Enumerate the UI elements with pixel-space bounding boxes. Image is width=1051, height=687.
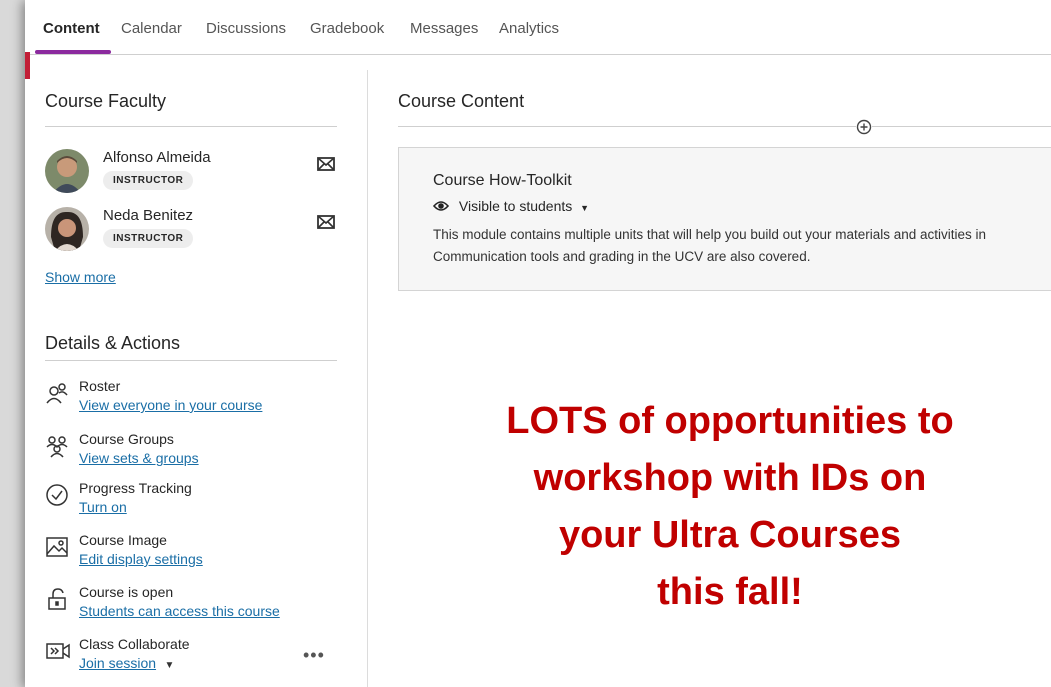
content-divider (398, 126, 1051, 127)
groups-icon (45, 434, 69, 458)
course-content-title: Course Content (398, 91, 525, 111)
chevron-down-icon[interactable]: ▼ (165, 660, 175, 671)
unlock-icon (45, 587, 69, 611)
visibility-label: Visible to students (458, 198, 573, 214)
avatar[interactable] (45, 149, 89, 193)
tab-calendar[interactable]: Calendar (121, 20, 182, 37)
visibility-dropdown[interactable]: Visible to students ▼ (432, 198, 590, 215)
active-tab-indicator (35, 50, 111, 54)
groups-action: Course Groups View sets & groups (45, 431, 345, 475)
action-title: Course Image (79, 532, 167, 548)
column-divider (367, 70, 368, 687)
turn-on-link[interactable]: Turn on (79, 499, 127, 515)
details-actions-title: Details & Actions (45, 333, 181, 353)
check-circle-icon (45, 483, 69, 507)
more-options-icon[interactable]: ••• (303, 645, 325, 666)
progress-action: Progress Tracking Turn on (45, 480, 345, 524)
module-description: This module contains multiple units that… (433, 224, 1051, 268)
action-title: Class Collaborate (79, 636, 190, 652)
course-faculty-title: Course Faculty (45, 91, 167, 111)
description-line: This module contains multiple units that… (433, 227, 987, 242)
action-title: Progress Tracking (79, 480, 192, 496)
role-badge: INSTRUCTOR (103, 171, 194, 190)
details-divider (45, 360, 337, 361)
tab-discussions[interactable]: Discussions (206, 20, 286, 37)
tab-content[interactable]: Content (43, 20, 100, 37)
roster-icon (45, 381, 69, 405)
add-content-icon[interactable] (856, 119, 872, 135)
availability-action: Course is open Students can access this … (45, 584, 345, 628)
join-session-control[interactable]: Join session ▼ (79, 655, 174, 673)
faculty-name[interactable]: Alfonso Almeida (103, 149, 211, 166)
collaborate-action: Class Collaborate Join session ▼ (45, 636, 345, 680)
tab-analytics[interactable]: Analytics (499, 20, 559, 37)
action-title: Course is open (79, 584, 174, 600)
promo-line: LOTS of opportunities to (506, 400, 954, 442)
view-roster-link[interactable]: View everyone in your course (79, 397, 262, 413)
tab-gradebook[interactable]: Gradebook (310, 20, 384, 37)
video-icon (45, 639, 70, 663)
students-access-link[interactable]: Students can access this course (79, 603, 280, 619)
description-line: Communication tools and grading in the U… (433, 249, 811, 264)
roster-action: Roster View everyone in your course (45, 378, 345, 422)
faculty-divider (45, 126, 337, 127)
mail-icon[interactable] (317, 215, 335, 229)
join-session-link[interactable]: Join session (79, 655, 156, 671)
faculty-member: Neda Benitez INSTRUCTOR (45, 207, 337, 257)
course-window: Content Calendar Discussions Gradebook M… (25, 0, 1051, 687)
image-icon (45, 535, 69, 559)
show-more-link[interactable]: Show more (45, 269, 116, 285)
module-card[interactable]: Course How-Toolkit Visible to students ▼… (398, 147, 1051, 291)
action-title: Course Groups (79, 431, 174, 447)
view-groups-link[interactable]: View sets & groups (79, 450, 199, 466)
mail-icon[interactable] (317, 157, 335, 171)
role-badge: INSTRUCTOR (103, 229, 194, 248)
edit-display-link[interactable]: Edit display settings (79, 551, 203, 567)
avatar[interactable] (45, 207, 89, 251)
tab-bar: Content Calendar Discussions Gradebook M… (25, 0, 1051, 55)
chevron-down-icon: ▼ (580, 203, 590, 213)
faculty-member: Alfonso Almeida INSTRUCTOR (45, 149, 337, 199)
image-action: Course Image Edit display settings (45, 532, 345, 576)
accent-bar (25, 52, 30, 79)
tab-messages[interactable]: Messages (410, 20, 478, 37)
promo-line: your Ultra Courses (558, 514, 902, 556)
module-title[interactable]: Course How-Toolkit (433, 172, 572, 190)
eye-icon (432, 199, 450, 215)
promo-line: this fall! (657, 571, 803, 613)
promo-text: LOTS of opportunities to workshop with I… (425, 393, 1035, 621)
promo-line: workshop with IDs on (533, 457, 927, 499)
action-title: Roster (79, 378, 121, 394)
faculty-name[interactable]: Neda Benitez (103, 207, 193, 224)
